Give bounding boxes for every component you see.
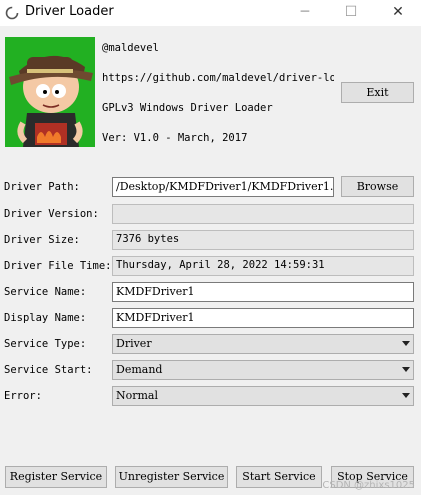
service-start-select[interactable]: Demand <box>112 360 414 380</box>
maximize-button[interactable]: ☐ <box>328 0 374 26</box>
unregister-service-button[interactable]: Unregister Service <box>115 466 228 488</box>
driver-version-label: Driver Version: <box>4 208 99 220</box>
driver-file-time-label: Driver File Time: <box>4 260 112 272</box>
service-start-value: Demand <box>116 363 163 376</box>
close-button[interactable]: ✕ <box>375 0 421 26</box>
service-name-label: Service Name: <box>4 286 87 298</box>
project-url: https://github.com/maldevel/driver-loade… <box>102 72 334 84</box>
register-service-button[interactable]: Register Service <box>5 466 107 488</box>
service-type-value: Driver <box>116 337 152 350</box>
watermark: CSDN @zhixs1025 <box>322 480 415 491</box>
minimize-button[interactable]: ─ <box>282 0 328 26</box>
avatar <box>5 37 95 147</box>
service-name-input[interactable]: KMDFDriver1 <box>112 282 414 302</box>
browse-button[interactable]: Browse <box>341 176 414 197</box>
loading-ring-icon <box>5 6 19 20</box>
driver-size-field: 7376 bytes <box>112 230 414 250</box>
error-value: Normal <box>116 389 159 402</box>
driver-size-label: Driver Size: <box>4 234 80 246</box>
service-start-label: Service Start: <box>4 364 93 376</box>
driver-path-field[interactable]: /Desktop/KMDFDriver1/KMDFDriver1.sys <box>112 177 334 197</box>
display-name-label: Display Name: <box>4 312 87 324</box>
chevron-down-icon <box>402 367 410 372</box>
driver-path-label: Driver Path: <box>4 181 80 193</box>
author-handle: @maldevel <box>102 42 159 54</box>
start-service-button[interactable]: Start Service <box>236 466 322 488</box>
version-info: Ver: V1.0 - March, 2017 <box>102 132 248 144</box>
chevron-down-icon <box>402 341 410 346</box>
driver-file-time-field: Thursday, April 28, 2022 14:59:31 <box>112 256 414 276</box>
service-type-label: Service Type: <box>4 338 87 350</box>
error-label: Error: <box>4 390 42 402</box>
project-description: GPLv3 Windows Driver Loader <box>102 102 273 114</box>
main-panel: @maldevel https://github.com/maldevel/dr… <box>0 26 421 495</box>
error-select[interactable]: Normal <box>112 386 414 406</box>
driver-version-field <box>112 204 414 224</box>
exit-button[interactable]: Exit <box>341 82 414 103</box>
window-title: Driver Loader <box>25 4 114 19</box>
display-name-input[interactable]: KMDFDriver1 <box>112 308 414 328</box>
chevron-down-icon <box>402 393 410 398</box>
service-type-select[interactable]: Driver <box>112 334 414 354</box>
title-bar: Driver Loader ─ ☐ ✕ <box>0 0 421 26</box>
